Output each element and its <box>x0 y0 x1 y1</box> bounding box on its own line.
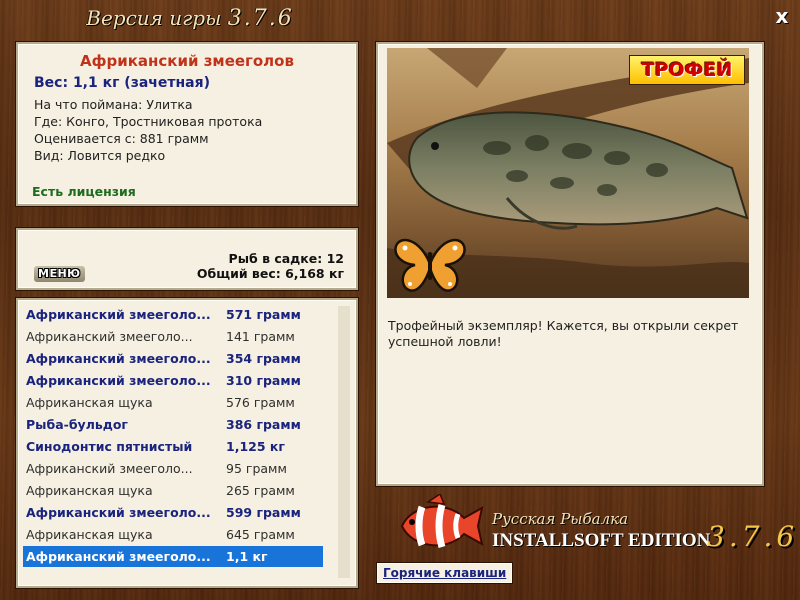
catch-fish-weight: 645 грамм <box>226 527 295 542</box>
catch-fish-name: Африканский змееголо... <box>26 351 211 366</box>
catch-fish-weight: 310 грамм <box>226 373 301 388</box>
catch-list-row[interactable]: Африканская щука 265 грамм <box>23 480 323 501</box>
catch-list-scrollbar[interactable] <box>338 306 350 578</box>
keepnet-summary: Рыб в садке: 12 Общий вес: 6,168 кг МЕНЮ <box>16 228 358 290</box>
fish-rarity: Вид: Ловится редко <box>34 148 166 163</box>
catch-list-row[interactable]: Африканская щука 645 грамм <box>23 524 323 545</box>
catch-fish-name: Африканский змееголо... <box>26 329 193 344</box>
catch-fish-weight: 141 грамм <box>226 329 295 344</box>
catch-fish-weight: 599 грамм <box>226 505 301 520</box>
trophy-caption: Трофейный экземпляр! Кажется, вы открыли… <box>388 318 739 349</box>
catch-list-row[interactable]: Синодонтис пятнистый 1,125 кг <box>23 436 323 457</box>
trophy-badge: ТРОФЕЙ <box>629 55 745 85</box>
catch-fish-name: Африканская щука <box>26 395 153 410</box>
catch-fish-name: Африканский змееголо... <box>26 461 193 476</box>
catch-list-row[interactable]: Африканский змееголо... 571 грамм <box>23 304 323 325</box>
catch-fish-weight: 265 грамм <box>226 483 295 498</box>
catch-list-row-selected[interactable]: Африканский змееголо... 1,1 кг <box>23 546 323 567</box>
fish-location: Где: Конго, Тростниковая протока <box>34 114 263 129</box>
brand-edition: INSTALLSOFT EDITION <box>492 530 711 551</box>
fish-info-card: Африканский змееголов Вес: 1,1 кг (зачет… <box>16 42 358 206</box>
catch-list-row[interactable]: Рыба-бульдог 386 грамм <box>23 414 323 435</box>
catch-fish-weight: 576 грамм <box>226 395 295 410</box>
catch-fish-weight: 1,125 кг <box>226 439 285 454</box>
window-title: Версия игры 3.7.6 <box>0 6 380 31</box>
fish-bait: На что поймана: Улитка <box>34 97 193 112</box>
hotkeys-button[interactable]: Горячие клавиши <box>376 562 514 584</box>
catch-fish-name: Африканский змееголо... <box>26 549 211 564</box>
catch-fish-name: Африканская щука <box>26 483 153 498</box>
brand-logo: Русская Рыбалка INSTALLSOFT EDITION 3.7.… <box>392 492 794 562</box>
catch-fish-name: Африканский змееголо... <box>26 505 211 520</box>
butterfly-icon <box>394 238 466 292</box>
catch-fish-weight: 95 грамм <box>226 461 287 476</box>
catch-fish-name: Африканский змееголо... <box>26 373 211 388</box>
fish-score-threshold: Оценивается с: 881 грамм <box>34 131 209 146</box>
keepnet-total-weight: Общий вес: 6,168 кг <box>196 266 344 281</box>
catch-list-row[interactable]: Африканский змееголо... 354 грамм <box>23 348 323 369</box>
catch-list-row[interactable]: Африканский змееголо... 95 грамм <box>23 458 323 479</box>
brand-title: Русская Рыбалка <box>492 510 629 528</box>
catch-list: Африканский змееголо... 571 грамм Африканс… <box>16 298 358 588</box>
menu-button[interactable]: МЕНЮ <box>34 266 85 282</box>
fish-photo: ТРОФЕЙ <box>387 48 749 298</box>
catch-fish-weight: 1,1 кг <box>226 549 268 564</box>
trophy-panel: ТРОФЕЙ Трофейный экземпляр! Кажется, вы … <box>376 42 764 486</box>
title-bar: Версия игры 3.7.6 x <box>0 0 800 40</box>
catch-fish-weight: 354 грамм <box>226 351 301 366</box>
catch-fish-weight: 386 грамм <box>226 417 301 432</box>
fish-weight: Вес: 1,1 кг (зачетная) <box>34 75 211 91</box>
close-icon[interactable]: x <box>772 6 792 26</box>
catch-fish-name: Синодонтис пятнистый <box>26 439 193 454</box>
catch-fish-name: Африканская щука <box>26 527 153 542</box>
clownfish-logo-icon <box>400 494 484 549</box>
catch-fish-name: Африканский змееголо... <box>26 307 211 322</box>
catch-list-row[interactable]: Африканский змееголо... 310 грамм <box>23 370 323 391</box>
catch-list-row[interactable]: Африканский змееголо... 599 грамм <box>23 502 323 523</box>
brand-version: 3.7.6 <box>707 520 799 553</box>
license-status: Есть лицензия <box>32 184 136 199</box>
catch-fish-name: Рыба-бульдог <box>26 417 128 432</box>
title-version: 3.7.6 <box>227 6 294 31</box>
fish-name: Африканский змееголов <box>80 52 294 70</box>
catch-list-row[interactable]: Африканская щука 576 грамм <box>23 392 323 413</box>
catch-fish-weight: 571 грамм <box>226 307 301 322</box>
catch-list-row[interactable]: Африканский змееголо... 141 грамм <box>23 326 323 347</box>
title-text: Версия игры <box>86 6 222 30</box>
keepnet-count: Рыб в садке: 12 <box>228 251 344 266</box>
